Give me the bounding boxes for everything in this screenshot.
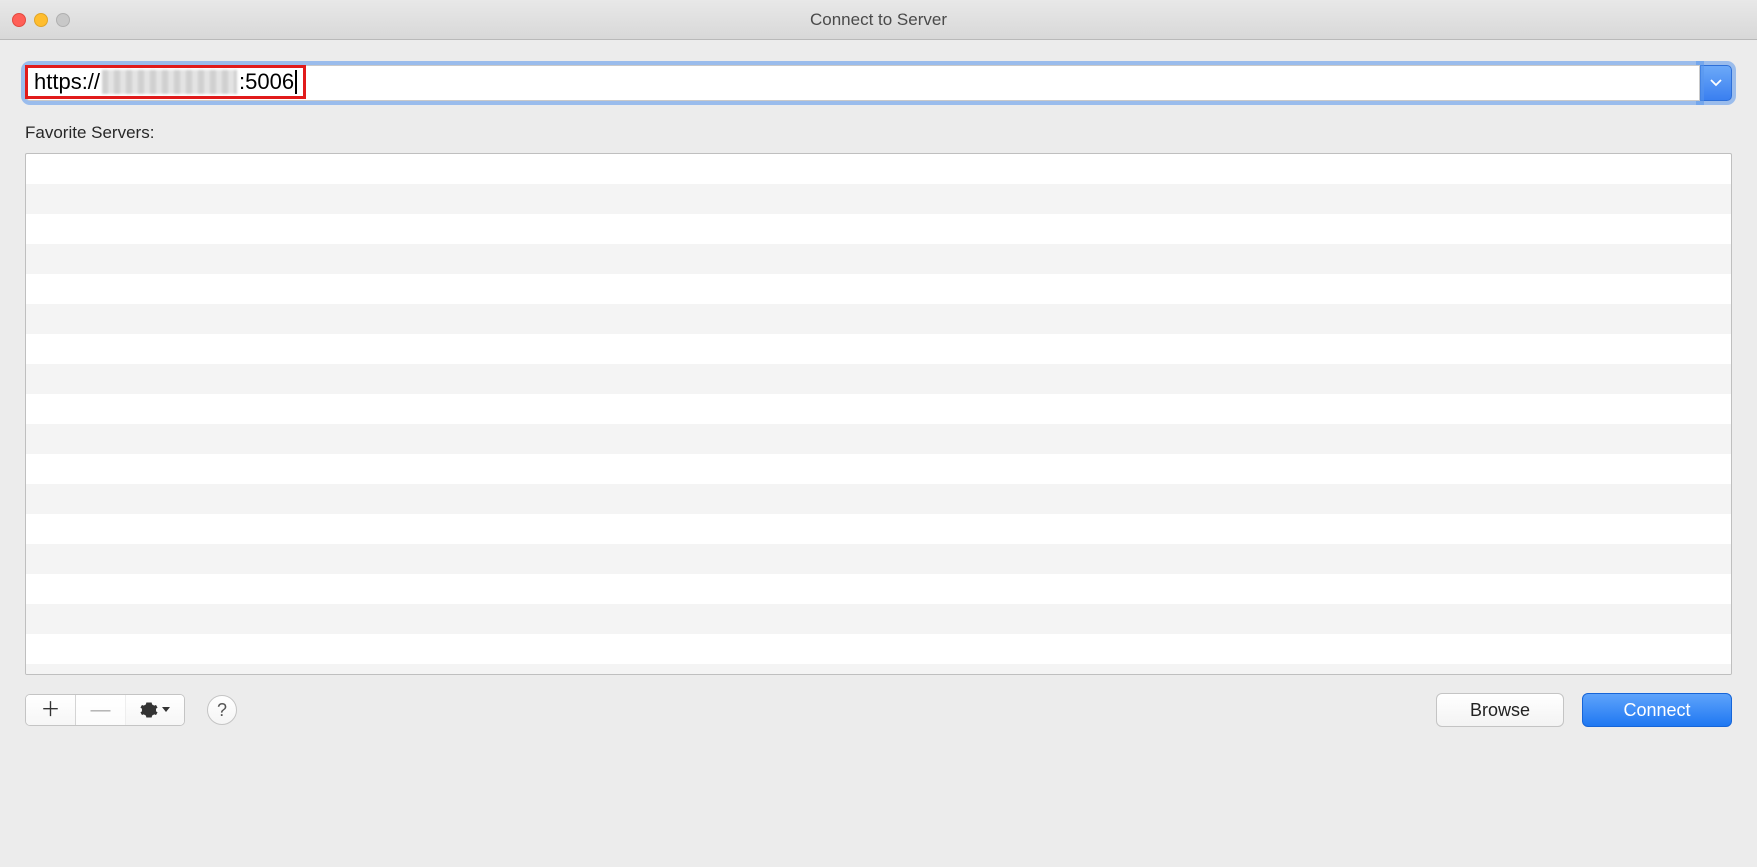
list-row — [26, 664, 1731, 675]
list-row — [26, 514, 1731, 544]
text-cursor — [295, 70, 297, 94]
plus-icon: ＋ — [41, 700, 61, 720]
browse-button-label: Browse — [1470, 700, 1530, 721]
connect-button[interactable]: Connect — [1582, 693, 1732, 727]
list-row — [26, 634, 1731, 664]
gear-icon — [140, 701, 170, 719]
server-address-input[interactable]: https:// :5006 — [25, 65, 1700, 101]
list-row — [26, 574, 1731, 604]
address-redacted-host — [102, 70, 237, 94]
list-row — [26, 304, 1731, 334]
help-icon: ? — [217, 700, 227, 721]
browse-button[interactable]: Browse — [1436, 693, 1564, 727]
help-button[interactable]: ? — [207, 695, 237, 725]
chevron-down-icon — [1710, 74, 1722, 92]
favorite-servers-list[interactable] — [25, 153, 1732, 675]
remove-favorite-button: — — [76, 695, 126, 725]
favorite-servers-label: Favorite Servers: — [25, 123, 1732, 143]
content-area: https:// :5006 Favorite Servers: — [0, 40, 1757, 747]
list-row — [26, 154, 1731, 184]
minus-icon: — — [91, 700, 111, 720]
favorites-action-group: ＋ — — [25, 694, 185, 726]
address-highlight-box: https:// :5006 — [25, 65, 306, 99]
list-row — [26, 604, 1731, 634]
list-row — [26, 214, 1731, 244]
address-history-dropdown[interactable] — [1700, 65, 1732, 101]
bottom-toolbar: ＋ — ? Browse Connect — [25, 693, 1732, 727]
window-controls — [12, 13, 70, 27]
list-row — [26, 544, 1731, 574]
titlebar: Connect to Server — [0, 0, 1757, 40]
zoom-window-button — [56, 13, 70, 27]
minimize-window-button[interactable] — [34, 13, 48, 27]
list-row — [26, 244, 1731, 274]
list-row — [26, 454, 1731, 484]
favorites-action-menu[interactable] — [126, 695, 184, 725]
address-suffix: :5006 — [239, 69, 294, 95]
list-row — [26, 484, 1731, 514]
add-favorite-button[interactable]: ＋ — [26, 695, 76, 725]
list-row — [26, 364, 1731, 394]
list-row — [26, 184, 1731, 214]
list-row — [26, 274, 1731, 304]
address-prefix: https:// — [34, 69, 100, 95]
close-window-button[interactable] — [12, 13, 26, 27]
list-row — [26, 334, 1731, 364]
list-row — [26, 424, 1731, 454]
list-row — [26, 394, 1731, 424]
connect-button-label: Connect — [1623, 700, 1690, 721]
server-address-row: https:// :5006 — [25, 65, 1732, 101]
window-title: Connect to Server — [810, 10, 947, 30]
address-empty-space[interactable] — [306, 66, 1699, 100]
